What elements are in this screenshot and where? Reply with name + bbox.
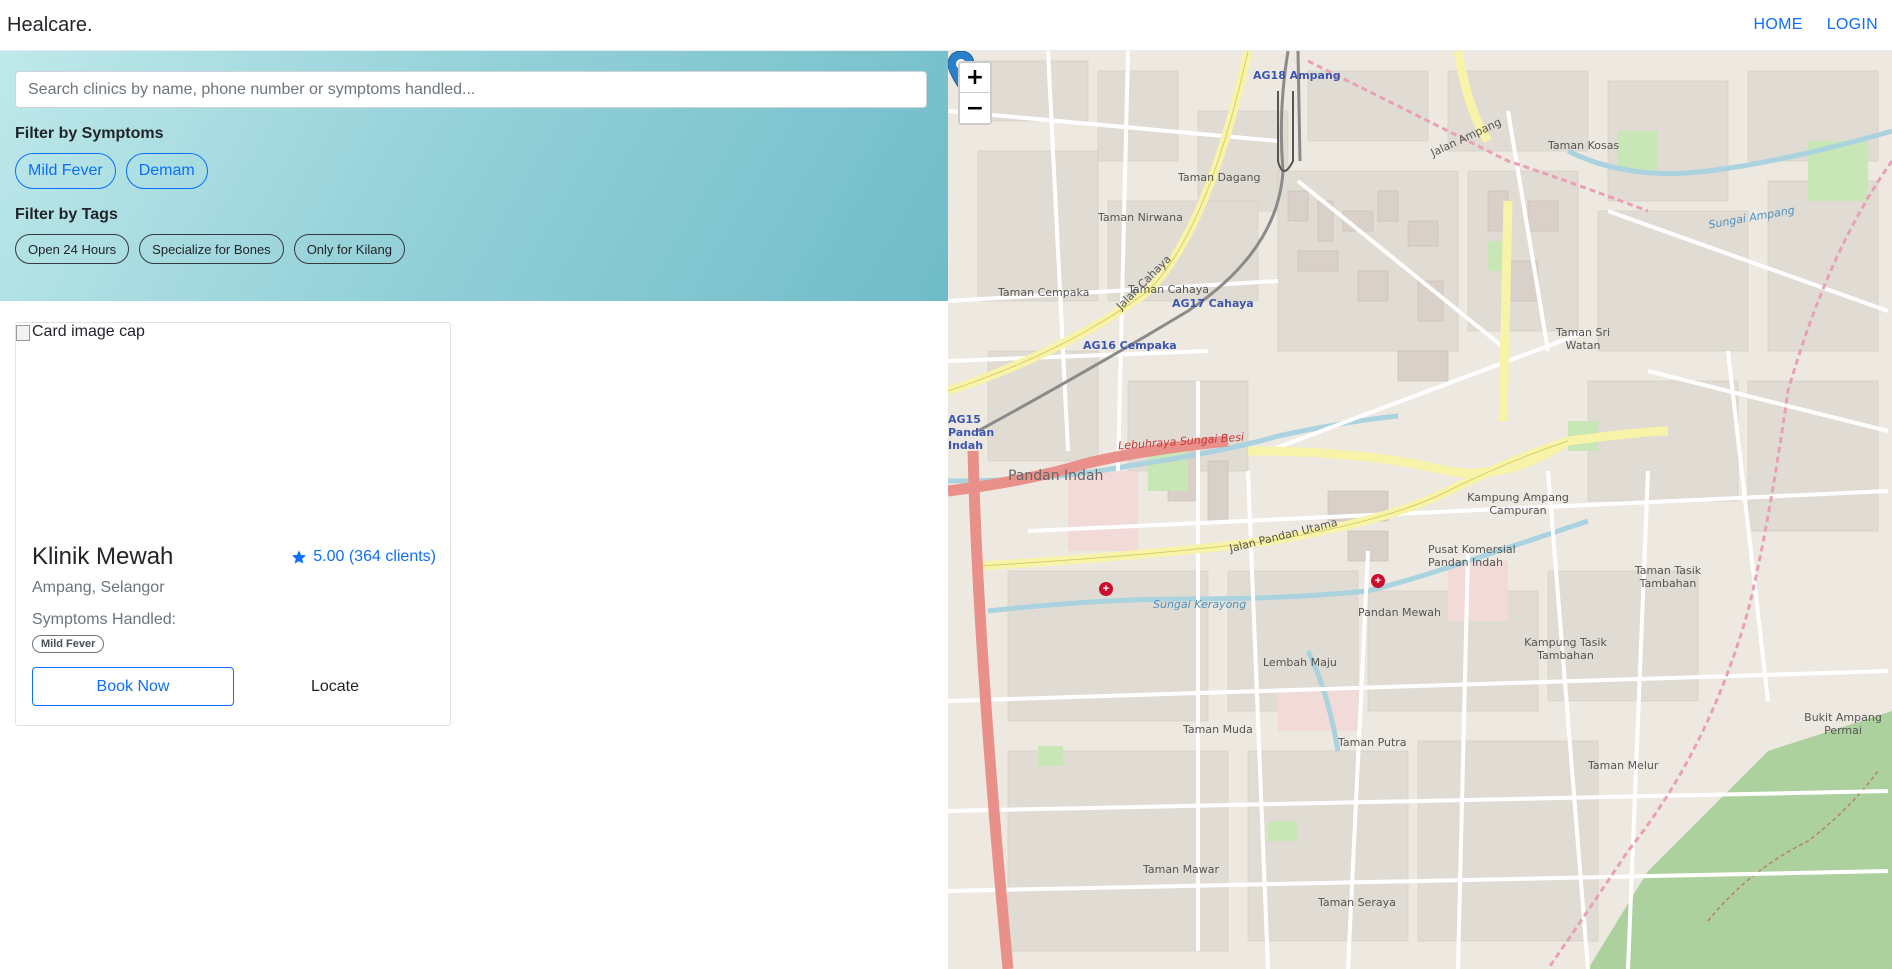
tags-chips: Open 24 Hours Specialize for Bones Only … bbox=[15, 234, 933, 264]
clinic-location: Ampang, Selangor bbox=[32, 579, 165, 596]
card-actions: Book Now Locate bbox=[32, 667, 436, 706]
book-now-button[interactable]: Book Now bbox=[32, 667, 234, 706]
map-label-taman-muda: Taman Muda bbox=[1183, 723, 1253, 736]
map-label-taman-tasik: Taman Tasik Tambahan bbox=[1634, 564, 1702, 590]
card-image-alt: Card image cap bbox=[32, 323, 145, 340]
map-label-taman-kosas: Taman Kosas bbox=[1548, 139, 1620, 152]
card-body: Klinik Mewah 5.00 (364 clients) Ampang, … bbox=[32, 543, 436, 706]
navbar: Healcare. HOME LOGIN bbox=[0, 0, 1892, 51]
map-label-taman-putra: Taman Putra bbox=[1338, 736, 1407, 749]
locate-button[interactable]: Locate bbox=[234, 667, 436, 706]
map-label-pandan-indah: Pandan Indah bbox=[1008, 468, 1104, 484]
filter-panel: Filter by Symptoms Mild Fever Demam Filt… bbox=[0, 51, 948, 301]
zoom-control: + − bbox=[958, 61, 992, 125]
card-title-row: Klinik Mewah 5.00 (364 clients) bbox=[32, 543, 436, 571]
zoom-in-button[interactable]: + bbox=[960, 63, 990, 93]
tag-chip-only-for-kilang[interactable]: Only for Kilang bbox=[293, 234, 405, 264]
map-label-bukit-ampang: Bukit Ampang Permai bbox=[1804, 711, 1882, 737]
symptoms-filter-title: Filter by Symptoms bbox=[15, 125, 164, 142]
nav-links: HOME LOGIN bbox=[1754, 16, 1886, 34]
zoom-out-button[interactable]: − bbox=[960, 93, 990, 123]
map-label-taman-seraya: Taman Seraya bbox=[1318, 896, 1396, 909]
symptom-chip-mild-fever[interactable]: Mild Fever bbox=[15, 153, 116, 189]
map-label-taman-melur: Taman Melur bbox=[1588, 759, 1659, 772]
map-label-lembah-maju: Lembah Maju bbox=[1263, 656, 1337, 669]
symptoms-handled-label: Symptoms Handled: bbox=[32, 611, 177, 628]
map-label-taman-sri-watan: Taman Sri Watan bbox=[1555, 326, 1611, 352]
tags-filter-title: Filter by Tags bbox=[15, 206, 118, 223]
map-label-taman-mawar: Taman Mawar bbox=[1143, 863, 1220, 876]
rating-text: 5.00 (364 clients) bbox=[313, 548, 436, 565]
map-label-ag16: AG16 Cempaka bbox=[1083, 339, 1177, 352]
clinic-card: Card image cap Klinik Mewah 5.00 (364 cl… bbox=[15, 322, 451, 726]
symptom-chip-demam[interactable]: Demam bbox=[125, 153, 208, 189]
hospital-icon: + bbox=[1371, 574, 1385, 588]
card-image: Card image cap bbox=[16, 323, 452, 523]
hospital-icon: + bbox=[1099, 582, 1113, 596]
symptoms-chips: Mild Fever Demam bbox=[15, 153, 933, 189]
map-label-pandan-mewah: Pandan Mewah bbox=[1358, 606, 1442, 619]
clinic-name: Klinik Mewah bbox=[32, 543, 174, 570]
map-tiles bbox=[948, 51, 1892, 969]
map-label-ag18: AG18 Ampang bbox=[1253, 69, 1341, 82]
map-label-taman-nirwana: Taman Nirwana bbox=[1098, 211, 1183, 224]
nav-home-link[interactable]: HOME bbox=[1754, 16, 1803, 34]
symptom-badge: Mild Fever bbox=[32, 635, 105, 653]
search-input[interactable] bbox=[15, 71, 927, 108]
map-label-ag17: AG17 Cahaya bbox=[1172, 297, 1254, 310]
map-label-sungai-kerayong: Sungai Kerayong bbox=[1153, 598, 1247, 611]
broken-image-icon bbox=[16, 325, 30, 341]
map-label-komersial: Pusat Komersial Pandan Indah bbox=[1428, 543, 1516, 569]
clinic-list-panel: Filter by Symptoms Mild Fever Demam Filt… bbox=[0, 51, 948, 969]
tag-chip-open-24-hours[interactable]: Open 24 Hours bbox=[15, 234, 130, 264]
map-label-kampung-tasik: Kampung Tasik Tambahan bbox=[1524, 636, 1607, 662]
map-label-kampung-ampang-campuran: Kampung Ampang Campuran bbox=[1467, 491, 1569, 517]
clinic-rating: 5.00 (364 clients) bbox=[291, 548, 436, 566]
map-label-taman-dagang: Taman Dagang bbox=[1178, 171, 1261, 184]
map-view[interactable]: AG18 Ampang AG17 Cahaya AG16 Cempaka AG1… bbox=[948, 51, 1892, 969]
nav-login-link[interactable]: LOGIN bbox=[1827, 16, 1878, 34]
tag-chip-specialize-for-bones[interactable]: Specialize for Bones bbox=[139, 234, 284, 264]
star-icon bbox=[292, 550, 307, 564]
brand-logo[interactable]: Healcare. bbox=[7, 14, 93, 37]
map-label-taman-cempaka: Taman Cempaka bbox=[998, 286, 1090, 299]
map-label-ag15: AG15 Pandan Indah bbox=[948, 413, 995, 452]
